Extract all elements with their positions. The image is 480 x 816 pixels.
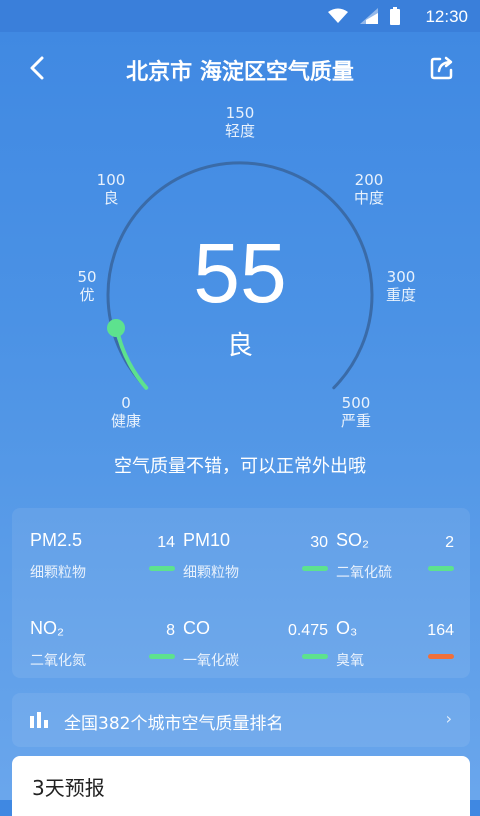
city-ranking-row[interactable]: 全国382个城市空气质量排名 › (12, 693, 470, 747)
pollutant-value: 8 (166, 622, 175, 639)
status-bar: 12:30 (0, 0, 480, 32)
tick-label: 严重 (340, 412, 371, 430)
pollutant-value: 164 (427, 622, 454, 639)
pollutant-desc: 一氧化碳 (183, 653, 239, 669)
gauge-tick-200: 200 中度 (344, 171, 394, 207)
pollutant-level-bar (149, 566, 175, 571)
wifi-icon (328, 8, 348, 23)
pollutant-pm25[interactable]: PM2.5 细颗粒物 14 (30, 530, 175, 594)
pollutant-panel: PM2.5 细颗粒物 14 PM10 细颗粒物 30 SO₂ 二氧化硫 2 NO… (12, 508, 470, 678)
pollutant-level-bar (428, 566, 454, 571)
forecast-title: 3天预报 (32, 776, 105, 800)
gauge-tick-100: 100 良 (86, 171, 136, 207)
city-ranking-label: 全国382个城市空气质量排名 (64, 714, 284, 734)
tick-label: 中度 (353, 189, 384, 207)
battery-icon (390, 7, 400, 25)
pollutant-level-bar (149, 654, 175, 659)
status-icons (328, 6, 400, 26)
pollutant-level-bar (302, 654, 328, 659)
tick-value: 200 (354, 171, 384, 189)
pollutant-desc: 二氧化硫 (336, 565, 392, 581)
pollutant-o3[interactable]: O₃ 臭氧 164 (336, 618, 454, 682)
tick-value: 100 (96, 171, 126, 189)
pollutant-co[interactable]: CO 一氧化碳 0.475 (183, 618, 328, 682)
gauge-tick-0: 0 健康 (101, 394, 151, 430)
bar-chart-icon (30, 712, 48, 728)
pollutant-name: PM2.5 (30, 530, 83, 550)
forecast-card[interactable]: 3天预报 (12, 756, 470, 816)
pollutant-so2[interactable]: SO₂ 二氧化硫 2 (336, 530, 454, 594)
pollutant-desc: 二氧化氮 (30, 653, 86, 669)
header: 北京市 海淀区空气质量 (0, 32, 480, 102)
aqi-value: 55 (193, 226, 287, 320)
pollutant-desc: 细颗粒物 (183, 565, 239, 581)
tick-label: 健康 (110, 412, 141, 430)
pollutant-no2[interactable]: NO₂ 二氧化氮 8 (30, 618, 175, 682)
share-button[interactable] (426, 52, 458, 84)
tick-value: 150 (225, 104, 255, 122)
chevron-right-icon: › (445, 709, 452, 728)
pollutant-value: 30 (310, 534, 328, 551)
gauge-tick-500: 500 严重 (331, 394, 381, 430)
pollutant-desc: 臭氧 (336, 653, 364, 669)
tick-label: 良 (103, 189, 119, 207)
tick-value: 0 (121, 394, 131, 412)
pollutant-pm10[interactable]: PM10 细颗粒物 30 (183, 530, 328, 594)
pollutant-value: 0.475 (287, 622, 328, 639)
status-time: 12:30 (425, 7, 468, 26)
pollutant-level-bar (428, 654, 454, 659)
pollutant-value: 14 (157, 534, 175, 551)
pollutant-name: O₃ (336, 618, 358, 638)
pollutant-level-bar (302, 566, 328, 571)
air-quality-advice: 空气质量不错，可以正常外出哦 (114, 456, 366, 477)
page-title: 北京市 海淀区空气质量 (126, 60, 354, 85)
pollutant-name: PM10 (183, 530, 231, 550)
pollutant-name: SO₂ (336, 530, 369, 550)
pollutant-value: 2 (445, 534, 454, 551)
pollutant-name: NO₂ (30, 618, 64, 638)
signal-icon (360, 8, 378, 24)
share-icon (430, 56, 453, 80)
pollutant-desc: 细颗粒物 (30, 565, 86, 581)
aqi-level: 良 (226, 331, 253, 361)
tick-label: 轻度 (224, 122, 255, 140)
pollutant-name: CO (183, 618, 210, 638)
gauge-tick-150: 150 轻度 (215, 104, 265, 140)
tick-value: 500 (341, 394, 371, 412)
aqi-gauge: 0 健康 50 优 100 良 150 轻度 200 中度 300 重度 500… (0, 100, 480, 440)
